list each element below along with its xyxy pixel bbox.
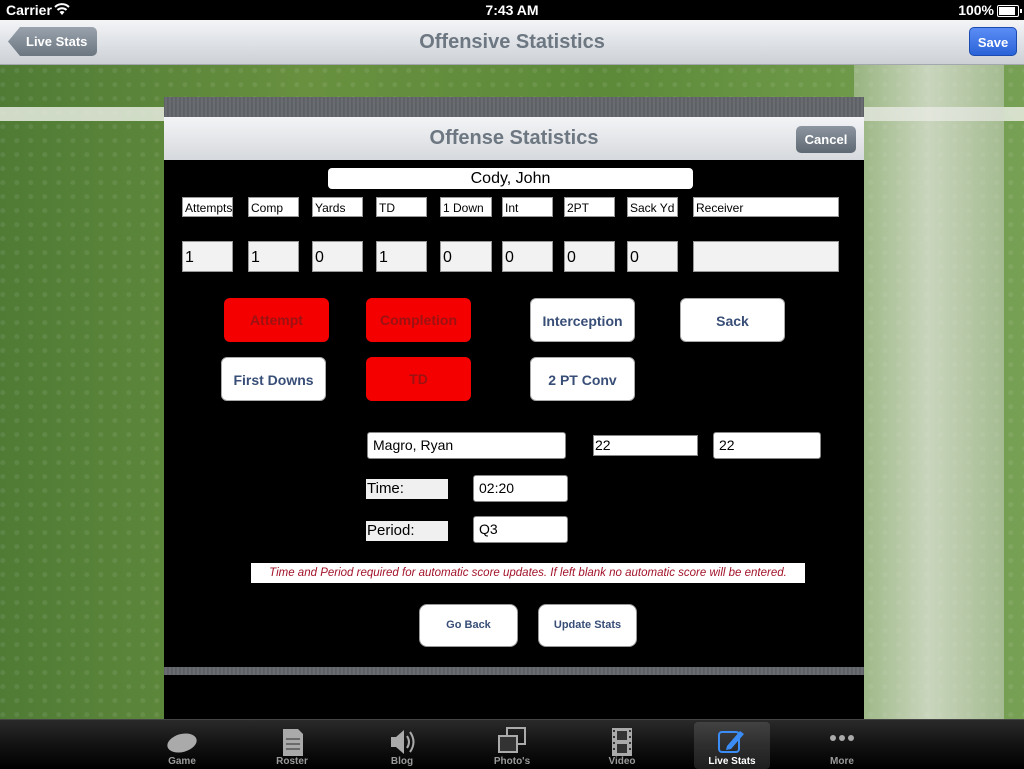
dialog-bottom-border <box>164 667 864 675</box>
cancel-button[interactable]: Cancel <box>796 126 856 153</box>
header-yards: Yards <box>312 197 363 217</box>
header-td: TD <box>376 197 427 217</box>
interception-button[interactable]: Interception <box>530 298 635 342</box>
time-label: Time: <box>366 479 448 499</box>
battery-percent: 100% <box>958 2 994 18</box>
tab-label: Blog <box>390 756 414 767</box>
value-sack-yd[interactable]: 0 <box>627 241 678 272</box>
save-button[interactable]: Save <box>969 27 1017 56</box>
tab-photos[interactable]: Photo's <box>474 722 550 769</box>
battery-icon <box>997 5 1022 17</box>
td-button[interactable]: TD <box>366 357 471 401</box>
dialog-title: Offense Statistics <box>429 127 599 149</box>
receiver-name-field[interactable]: Magro, Ryan <box>367 432 566 459</box>
sideline <box>854 65 1004 719</box>
clock: 7:43 AM <box>485 2 539 18</box>
tab-roster[interactable]: Roster <box>254 722 330 769</box>
offense-stats-dialog: Offense Statistics Cancel Cody, John Att… <box>164 97 864 719</box>
tab-video[interactable]: Video <box>584 722 660 769</box>
tab-label: Roster <box>276 756 308 767</box>
header-2pt: 2PT <box>564 197 615 217</box>
page-title: Offensive Statistics <box>419 31 605 53</box>
header-comp: Comp <box>248 197 299 217</box>
header-sack-yd: Sack Yd <box>627 197 678 217</box>
tab-label: Photo's <box>493 756 531 767</box>
tab-label: Game <box>168 756 196 767</box>
tab-live-stats[interactable]: Live Stats <box>694 722 770 769</box>
tab-label: More <box>830 756 854 767</box>
value-comp[interactable]: 1 <box>248 241 299 272</box>
value-2pt[interactable]: 0 <box>564 241 615 272</box>
number-field-2[interactable]: 22 <box>713 432 821 459</box>
dialog-header: Offense Statistics Cancel <box>164 117 864 160</box>
photos-icon <box>498 727 526 753</box>
tab-label: Video <box>608 756 636 767</box>
attempt-button[interactable]: Attempt <box>224 298 329 342</box>
go-back-button[interactable]: Go Back <box>419 604 518 647</box>
score-update-notice: Time and Period required for automatic s… <box>251 563 805 583</box>
value-attempts[interactable]: 1 <box>182 241 233 272</box>
tab-more[interactable]: More <box>804 722 880 769</box>
tab-bar: Game Roster Blog Photo's Video Live Stat… <box>0 719 1024 769</box>
header-int: Int <box>502 197 553 217</box>
sack-button[interactable]: Sack <box>680 298 785 342</box>
period-field[interactable]: Q3 <box>473 516 568 543</box>
more-icon <box>830 735 854 741</box>
dialog-top-border <box>164 97 864 117</box>
two-pt-conv-button[interactable]: 2 PT Conv <box>530 357 635 401</box>
tab-blog[interactable]: Blog <box>364 722 440 769</box>
value-1-down[interactable]: 0 <box>440 241 492 272</box>
number-field-1[interactable]: 22 <box>593 435 698 456</box>
update-stats-button[interactable]: Update Stats <box>538 604 637 647</box>
football-icon <box>167 733 197 753</box>
period-label: Period: <box>366 521 448 541</box>
tab-game[interactable]: Game <box>144 722 220 769</box>
header-attempts: Attempts <box>182 197 233 217</box>
completion-button[interactable]: Completion <box>366 298 471 342</box>
document-icon <box>283 729 303 756</box>
edit-icon <box>718 731 744 753</box>
film-icon <box>612 728 632 756</box>
value-yards[interactable]: 0 <box>312 241 363 272</box>
value-receiver[interactable] <box>693 241 839 272</box>
first-downs-button[interactable]: First Downs <box>221 357 326 401</box>
header-1-down: 1 Down <box>440 197 492 217</box>
player-name: Cody, John <box>328 168 693 189</box>
speaker-icon <box>391 730 415 754</box>
time-field[interactable]: 02:20 <box>473 475 568 502</box>
header-receiver: Receiver <box>693 197 839 217</box>
navigation-bar: Live Stats Offensive Statistics Save <box>0 20 1024 65</box>
tab-label: Live Stats <box>708 756 756 767</box>
value-td[interactable]: 1 <box>376 241 427 272</box>
status-bar: Carrier 7:43 AM 100% <box>0 0 1024 20</box>
value-int[interactable]: 0 <box>502 241 553 272</box>
